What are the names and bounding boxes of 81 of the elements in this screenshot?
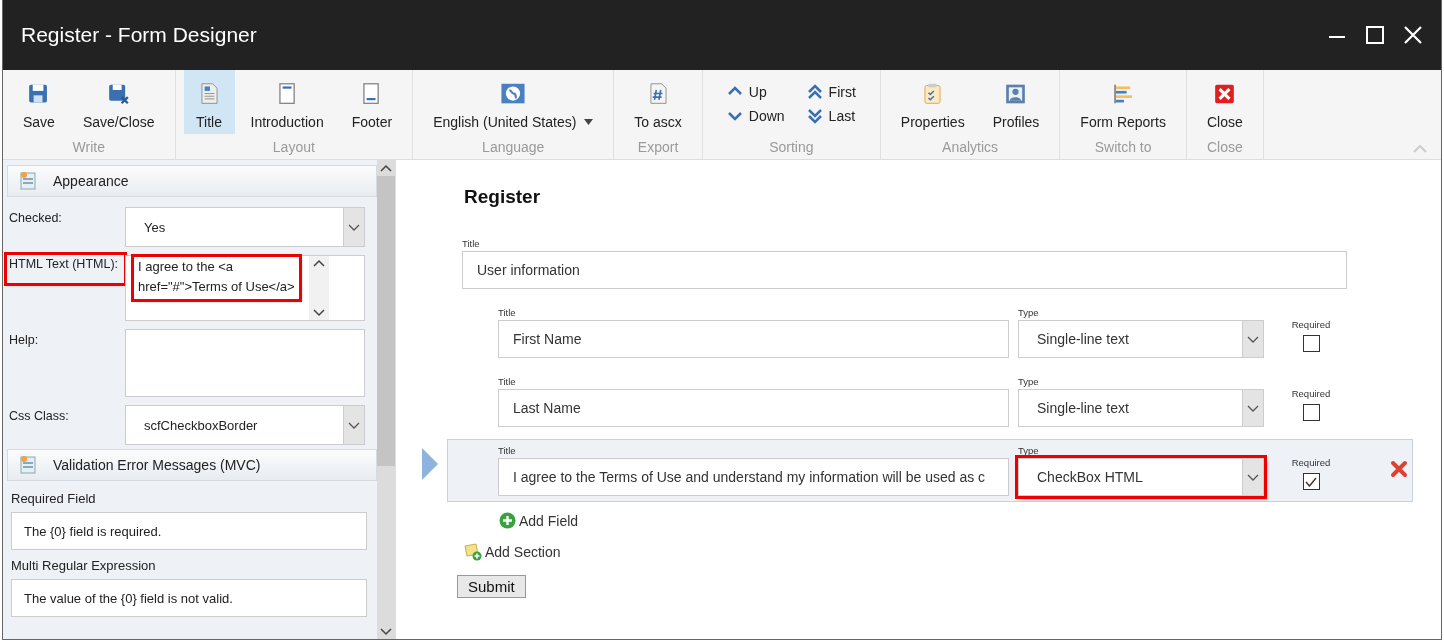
scroll-up-icon bbox=[312, 259, 325, 267]
window-title: Register - Form Designer bbox=[21, 23, 258, 47]
field-label: Help: bbox=[8, 332, 39, 347]
required-checkbox[interactable] bbox=[1302, 473, 1320, 490]
title-field[interactable]: Last Name bbox=[498, 389, 1009, 427]
text-area[interactable]: I agree to the <a href="#">Terms of Use</a> bbox=[125, 255, 365, 321]
scroll-up-icon bbox=[380, 164, 392, 172]
ribbon-button[interactable]: Last bbox=[806, 104, 856, 128]
ribbon-button[interactable]: Close bbox=[1194, 70, 1255, 134]
field-caption: Type bbox=[1018, 376, 1040, 387]
field-label: Required Field bbox=[11, 491, 96, 506]
scroll-down-icon bbox=[312, 309, 325, 317]
text-field[interactable]: The {0} field is required. bbox=[11, 512, 367, 550]
ribbon-button[interactable]: Footer bbox=[339, 70, 405, 134]
group-label: Language bbox=[482, 139, 545, 158]
select-field[interactable]: scfCheckboxBorder bbox=[125, 405, 365, 445]
ribbon-button[interactable]: Up bbox=[726, 80, 785, 104]
add-section-link[interactable]: Add Section bbox=[464, 543, 561, 561]
ribbon-button[interactable]: Title bbox=[183, 70, 235, 134]
note-plus-icon bbox=[464, 543, 482, 561]
field-row[interactable]: Title First Name Type Single-line text Required bbox=[447, 301, 1413, 364]
type-select[interactable]: Single-line text bbox=[1018, 389, 1264, 427]
group-label: Switch to bbox=[1094, 139, 1152, 158]
field-caption: Title bbox=[498, 445, 517, 456]
ribbon-button[interactable]: First bbox=[806, 80, 856, 104]
double-up-arrow-icon bbox=[806, 84, 823, 100]
field-label: Checked: bbox=[8, 210, 62, 225]
field-caption: Required bbox=[1291, 457, 1331, 468]
required-checkbox[interactable] bbox=[1302, 335, 1320, 352]
ribbon-button[interactable]: Profiles bbox=[980, 70, 1052, 134]
field-label: Multi Regular Expression bbox=[11, 558, 156, 573]
type-select[interactable]: Single-line text bbox=[1018, 320, 1264, 358]
text-field[interactable]: The value of the {0} field is not valid. bbox=[11, 579, 367, 617]
ribbon-button[interactable]: Introduction bbox=[238, 70, 336, 134]
type-select[interactable]: CheckBox HTML bbox=[1018, 458, 1264, 496]
double-down-arrow-icon bbox=[806, 108, 823, 124]
triangle-pointer-icon bbox=[422, 448, 438, 480]
group-label: Export bbox=[637, 139, 679, 158]
caret-icon bbox=[584, 119, 594, 125]
ribbon-button[interactable]: Save/Close bbox=[70, 70, 167, 134]
group-label: Close bbox=[1206, 139, 1243, 158]
ribbon-button[interactable]: Save bbox=[11, 70, 67, 134]
section-title-field[interactable]: User information bbox=[462, 251, 1347, 289]
form-title: Register bbox=[464, 186, 542, 208]
title-field[interactable]: I agree to the Terms of Use and understand my information will be used as c bbox=[498, 458, 1009, 496]
field-label: Css Class: bbox=[8, 408, 69, 423]
language-dropdown[interactable]: English (United States) bbox=[421, 70, 606, 134]
maximize-icon[interactable] bbox=[1365, 25, 1385, 45]
plus-circle-icon bbox=[499, 512, 516, 529]
section-header[interactable]: Validation Error Messages (MVC) bbox=[7, 449, 377, 481]
text-content: I agree to the <a href="#">Terms of Use</a> bbox=[134, 257, 299, 299]
section-header[interactable]: Appearance bbox=[7, 165, 377, 197]
close-icon[interactable] bbox=[1403, 25, 1423, 45]
field-caption: Required bbox=[1291, 319, 1331, 330]
scrollbar-thumb[interactable] bbox=[377, 176, 395, 466]
ribbon-button[interactable]: Down bbox=[726, 104, 785, 128]
scroll-down-icon bbox=[380, 628, 392, 636]
group-label: Layout bbox=[272, 139, 315, 158]
required-checkbox[interactable] bbox=[1302, 404, 1320, 421]
delete-icon[interactable] bbox=[1390, 460, 1408, 478]
checkmark-icon bbox=[1305, 476, 1317, 487]
field-caption: Required bbox=[1291, 388, 1331, 399]
group-label: Analytics bbox=[942, 139, 999, 158]
group-label: Write bbox=[72, 139, 105, 158]
field-caption: Title bbox=[462, 238, 481, 249]
group-label: Sorting bbox=[769, 139, 814, 158]
ribbon-button[interactable]: Form Reports bbox=[1068, 70, 1178, 134]
title-field[interactable]: First Name bbox=[498, 320, 1009, 358]
form-icon bbox=[20, 172, 37, 190]
field-caption: Type bbox=[1018, 445, 1040, 456]
select-field[interactable]: Yes bbox=[125, 207, 365, 247]
ribbon-button[interactable]: Properties bbox=[888, 70, 977, 134]
field-label: HTML Text (HTML): bbox=[7, 255, 125, 283]
add-field-link[interactable]: Add Field bbox=[499, 512, 579, 529]
field-caption: Type bbox=[1018, 307, 1040, 318]
ribbon-button[interactable]: To ascx bbox=[622, 70, 694, 134]
submit-button[interactable]: Submit bbox=[457, 575, 526, 598]
field-caption: Title bbox=[498, 376, 517, 387]
field-caption: Title bbox=[498, 307, 517, 318]
form-icon bbox=[20, 456, 37, 474]
field-row[interactable]: Title Last Name Type Single-line text Required bbox=[447, 370, 1413, 433]
